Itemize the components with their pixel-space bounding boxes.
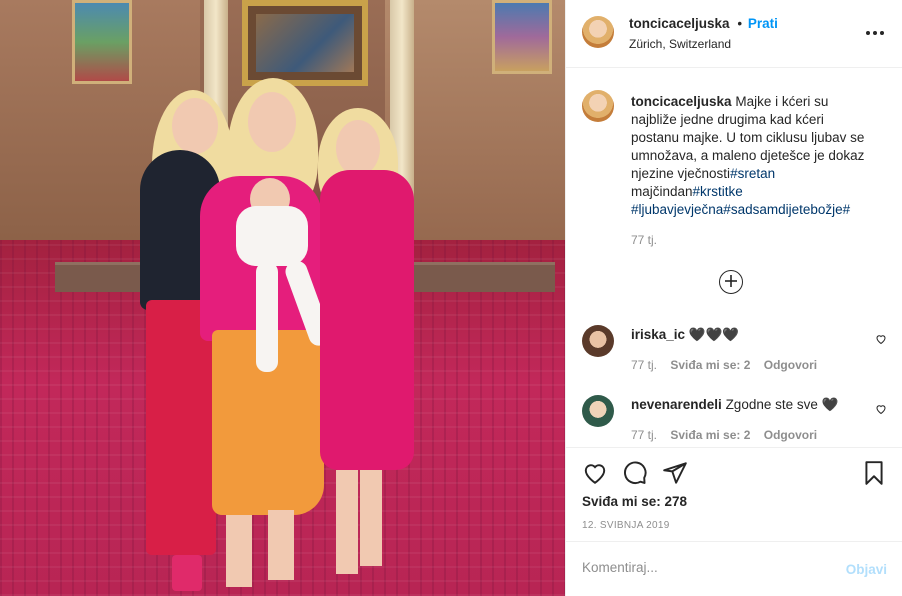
comment-text: nevenarendeli Zgodne ste sve 🖤 [631, 397, 838, 413]
woman-middle-face [248, 92, 296, 152]
load-more-comments-button[interactable] [719, 270, 743, 294]
post-comment-button[interactable]: Objavi [846, 562, 887, 577]
comment-body: Zgodne ste sve 🖤 [725, 397, 839, 412]
heart-icon[interactable] [875, 333, 887, 345]
comment-avatar[interactable] [582, 325, 614, 357]
author-username[interactable]: toncicaceljuska [629, 16, 730, 31]
hashtag-link[interactable]: #ljubavjevječna#sadsamdijetebožje# [631, 202, 850, 217]
woman-right-dress [320, 170, 414, 470]
comment-likes[interactable]: Sviđa mi se: 2 [670, 358, 750, 372]
author-line: toncicaceljuska • Prati [629, 16, 778, 31]
more-options-icon[interactable] [865, 20, 885, 41]
post-location[interactable]: Zürich, Switzerland [629, 37, 731, 51]
reply-button[interactable]: Odgovori [764, 358, 817, 372]
heart-icon[interactable] [582, 460, 608, 486]
comment-meta: 77 tj. Sviđa mi se: 2 Odgovori [631, 428, 827, 442]
comment-icon[interactable] [622, 460, 648, 486]
comment-username[interactable]: nevenarendeli [631, 397, 722, 412]
post-side-panel: toncicaceljuska • Prati Zürich, Switzerl… [565, 0, 902, 596]
comment-text: iriska_ic 🖤🖤🖤 [631, 327, 739, 343]
more-horizontal-icon [866, 31, 884, 35]
woman-middle-leg-left [226, 515, 252, 587]
heart-icon[interactable] [875, 403, 887, 415]
comment-likes[interactable]: Sviđa mi se: 2 [670, 428, 750, 442]
follow-button[interactable]: Prati [748, 16, 778, 31]
comment-input[interactable] [582, 560, 822, 575]
woman-left-shoes [172, 555, 202, 591]
post-actions: Sviđa mi se: 278 12. SVIBNJA 2019 [566, 447, 902, 539]
comment-item: nevenarendeli Zgodne ste sve 🖤 77 tj. Sv… [582, 395, 887, 455]
comment-item: iriska_ic 🖤🖤🖤 77 tj. Sviđa mi se: 2 Odgo… [582, 325, 887, 385]
comment-time[interactable]: 77 tj. [631, 428, 657, 442]
caption-time[interactable]: 77 tj. [631, 233, 657, 247]
woman-left-face [172, 98, 218, 154]
post-photo[interactable] [0, 0, 565, 596]
caption-text: toncicaceljuska Majke i kćeri su najbliž… [631, 93, 871, 219]
woman-right-face [336, 120, 380, 176]
baby-leg-left [256, 262, 278, 372]
send-icon[interactable] [662, 460, 688, 486]
woman-middle-leg-right [268, 510, 294, 580]
caption-avatar[interactable] [582, 90, 614, 122]
post-header: toncicaceljuska • Prati Zürich, Switzerl… [566, 0, 902, 68]
plus-circle-icon [725, 275, 737, 287]
reply-button[interactable]: Odgovori [764, 428, 817, 442]
comment-meta: 77 tj. Sviđa mi se: 2 Odgovori [631, 358, 827, 372]
caption-username[interactable]: toncicaceljuska [631, 94, 732, 109]
stained-glass-window-right [492, 0, 552, 74]
comment-body: 🖤🖤🖤 [688, 327, 740, 342]
likes-text[interactable]: Sviđa mi se: 278 [582, 494, 687, 509]
caption-body-2: majčindan [631, 184, 693, 199]
comment-time[interactable]: 77 tj. [631, 358, 657, 372]
woman-right-leg-left [336, 470, 358, 574]
follow-separator: • [737, 16, 743, 31]
comment-avatar[interactable] [582, 395, 614, 427]
stained-glass-window-left [72, 0, 132, 84]
altar-painting [242, 0, 368, 86]
comment-box: Objavi [566, 541, 902, 596]
post-date[interactable]: 12. SVIBNJA 2019 [582, 520, 670, 531]
author-avatar[interactable] [582, 16, 614, 48]
hashtag-link[interactable]: #krstitke [693, 184, 743, 199]
comment-username[interactable]: iriska_ic [631, 327, 685, 342]
woman-right-leg-right [360, 470, 382, 566]
likes-count[interactable]: Sviđa mi se: 278 [582, 494, 687, 509]
hashtag-link[interactable]: #sretan [730, 166, 775, 181]
bookmark-icon[interactable] [861, 460, 887, 486]
baby-body [236, 206, 308, 266]
